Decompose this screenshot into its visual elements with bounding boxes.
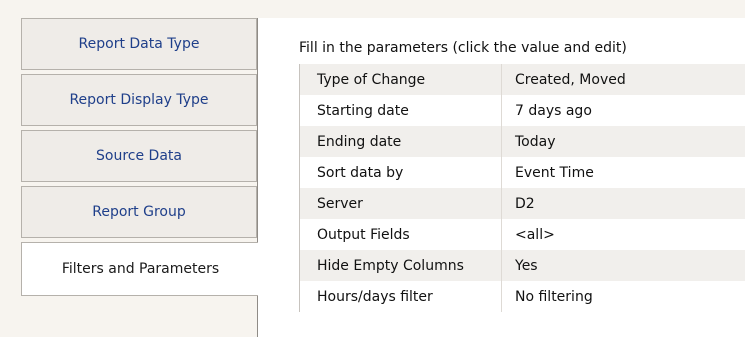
param-row: Type of Change Created, Moved: [300, 64, 745, 95]
param-name: Hide Empty Columns: [300, 250, 502, 281]
tab-report-group[interactable]: Report Group: [21, 186, 257, 238]
parameters-grid: Type of Change Created, Moved Starting d…: [299, 64, 745, 312]
param-row: Sort data by Event Time: [300, 157, 745, 188]
tab-report-display-type[interactable]: Report Display Type: [21, 74, 257, 126]
parameters-panel: Fill in the parameters (click the value …: [258, 18, 745, 337]
param-value[interactable]: 7 days ago: [502, 95, 745, 126]
top-band: [0, 0, 745, 18]
param-value[interactable]: Yes: [502, 250, 745, 281]
param-value[interactable]: Event Time: [502, 157, 745, 188]
tab-label: Filters and Parameters: [61, 261, 220, 277]
param-row: Hide Empty Columns Yes: [300, 250, 745, 281]
param-value[interactable]: Today: [502, 126, 745, 157]
param-row: Starting date 7 days ago: [300, 95, 745, 126]
param-row: Output Fields <all>: [300, 219, 745, 250]
param-row: Ending date Today: [300, 126, 745, 157]
tab-label: Report Data Type: [78, 36, 200, 52]
tab-filters-and-parameters[interactable]: Filters and Parameters: [21, 242, 259, 296]
param-name: Ending date: [300, 126, 502, 157]
param-row: Hours/days filter No filtering: [300, 281, 745, 312]
param-name: Server: [300, 188, 502, 219]
tab-source-data[interactable]: Source Data: [21, 130, 257, 182]
param-name: Output Fields: [300, 219, 502, 250]
param-name: Hours/days filter: [300, 281, 502, 312]
tab-report-data-type[interactable]: Report Data Type: [21, 18, 257, 70]
param-value[interactable]: D2: [502, 188, 745, 219]
tab-label: Report Display Type: [69, 92, 209, 108]
param-name: Starting date: [300, 95, 502, 126]
tab-label: Report Group: [92, 204, 186, 220]
parameters-heading: Fill in the parameters (click the value …: [299, 40, 627, 56]
param-value[interactable]: No filtering: [502, 281, 745, 312]
param-row: Server D2: [300, 188, 745, 219]
param-value[interactable]: Created, Moved: [502, 64, 745, 95]
param-name: Type of Change: [300, 64, 502, 95]
param-value[interactable]: <all>: [502, 219, 745, 250]
param-name: Sort data by: [300, 157, 502, 188]
tab-label: Source Data: [96, 148, 182, 164]
wizard-tabs: Report Data Type Report Display Type Sou…: [0, 18, 259, 337]
